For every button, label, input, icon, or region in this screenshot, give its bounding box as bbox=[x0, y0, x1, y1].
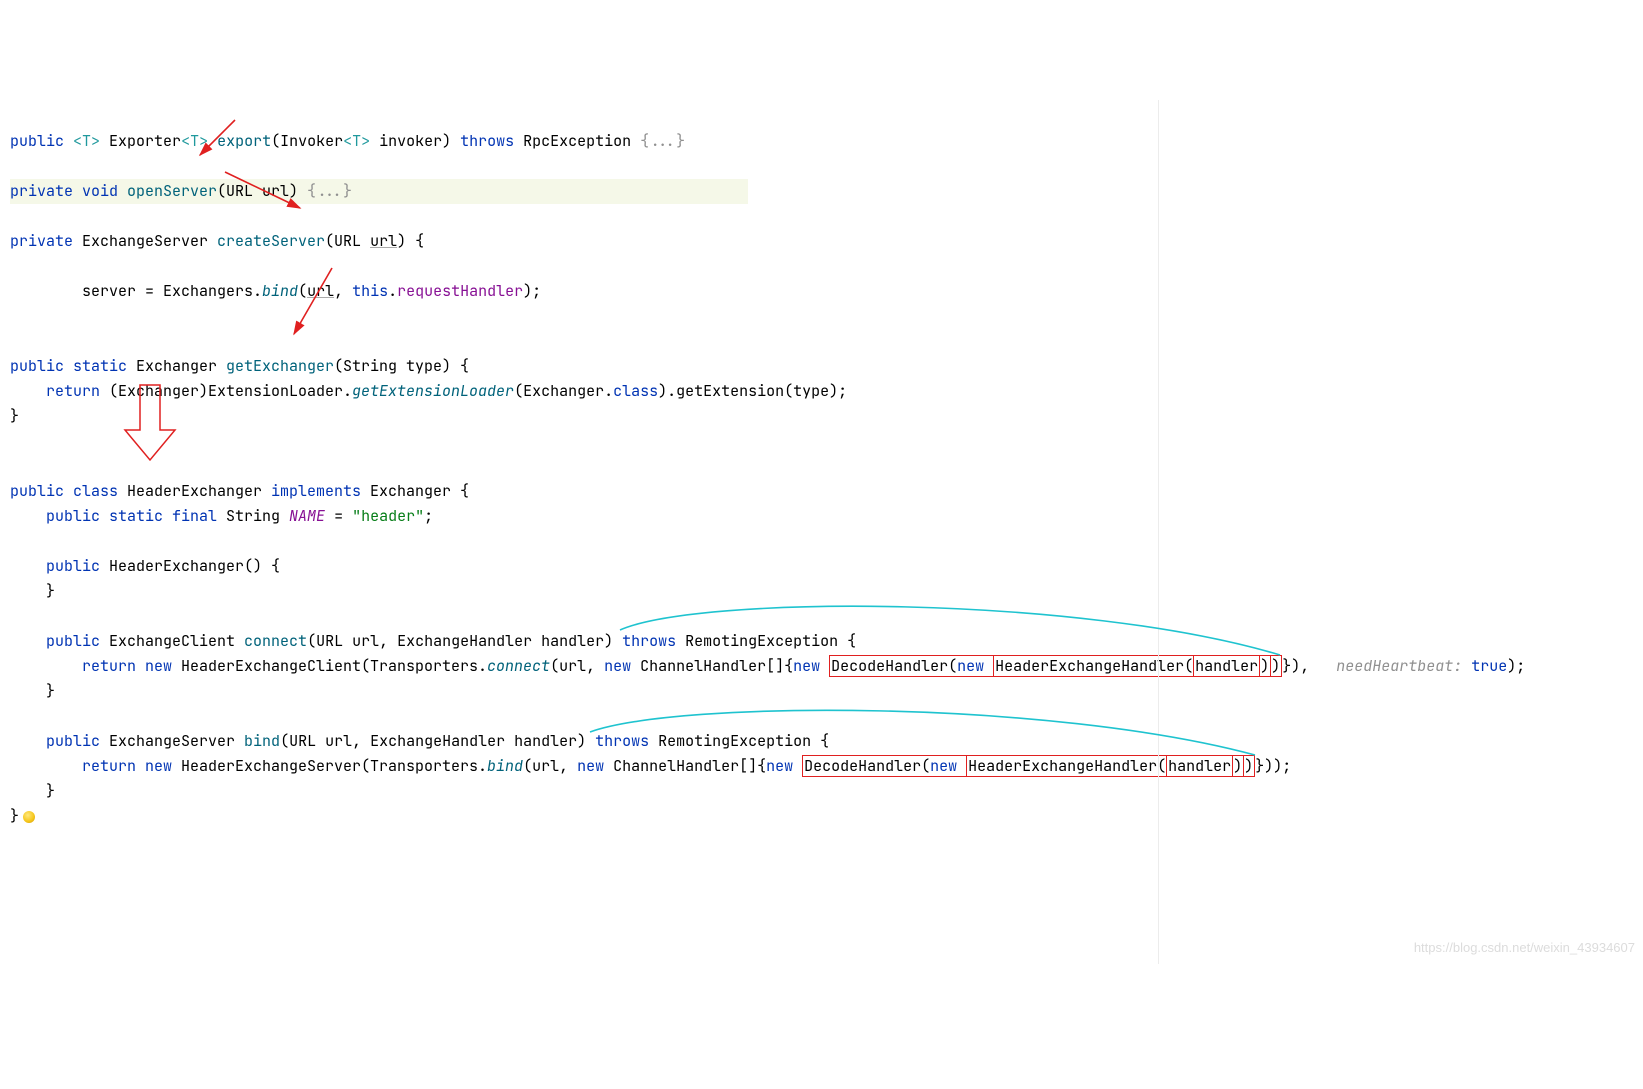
code-line: public ExchangeClient connect(URL url, E… bbox=[10, 631, 856, 651]
fold-marker[interactable]: {...} bbox=[640, 131, 685, 151]
code-line: public class HeaderExchanger implements … bbox=[10, 481, 469, 501]
method-createServer: createServer bbox=[217, 231, 325, 251]
method-openServer: openServer bbox=[127, 181, 217, 201]
annotation-box-inner: HeaderExchangeHandler(handler) bbox=[966, 755, 1244, 777]
code-line: public HeaderExchanger() { bbox=[10, 556, 280, 576]
code-line: private ExchangeServer createServer(URL … bbox=[10, 231, 424, 251]
code-line: public static Exchanger getExchanger(Str… bbox=[10, 356, 469, 376]
code-line: } bbox=[10, 406, 19, 426]
code-line: } bbox=[10, 681, 55, 701]
intention-bulb-icon[interactable] bbox=[23, 811, 35, 823]
code-line: } bbox=[10, 781, 55, 801]
code-line: } bbox=[10, 581, 55, 601]
watermark: https://blog.csdn.net/weixin_43934607 bbox=[1414, 935, 1635, 960]
code-line: return new HeaderExchangeServer(Transpor… bbox=[10, 755, 1291, 777]
annotation-box-handler: handler bbox=[1166, 755, 1233, 777]
code-line: return (Exchanger)ExtensionLoader.getExt… bbox=[10, 381, 847, 401]
annotation-box-handler: handler bbox=[1193, 655, 1260, 677]
code-line: public <T> Exporter<T> export(Invoker<T>… bbox=[10, 131, 685, 151]
annotation-box: DecodeHandler(new HeaderExchangeHandler(… bbox=[829, 655, 1282, 677]
code-line: } bbox=[10, 806, 35, 826]
class-HeaderExchanger: HeaderExchanger bbox=[127, 481, 271, 501]
annotation-box-inner: HeaderExchangeHandler(handler) bbox=[993, 655, 1271, 677]
generic: <T> bbox=[73, 131, 100, 151]
code-line: public static final String NAME = "heade… bbox=[10, 506, 433, 526]
code-line: return new HeaderExchangeClient(Transpor… bbox=[10, 655, 1525, 677]
inlay-hint: needHeartbeat: bbox=[1336, 656, 1462, 676]
highlighted-line: private void openServer(URL url) {...} bbox=[10, 179, 748, 204]
code-line: public ExchangeServer bind(URL url, Exch… bbox=[10, 731, 829, 751]
arrow-annotation bbox=[294, 268, 332, 334]
code-line: server = Exchangers.bind(url, this.reque… bbox=[10, 281, 541, 301]
code-editor[interactable]: public <T> Exporter<T> export(Invoker<T>… bbox=[0, 100, 1643, 964]
right-margin-guide bbox=[1158, 100, 1159, 964]
fold-marker[interactable]: {...} bbox=[307, 181, 352, 201]
method-connect: connect bbox=[244, 631, 307, 651]
method-getExchanger: getExchanger bbox=[226, 356, 334, 376]
method-bind: bind bbox=[244, 731, 280, 751]
keyword: public bbox=[10, 131, 64, 151]
method-name: export bbox=[208, 131, 271, 151]
annotation-box: DecodeHandler(new HeaderExchangeHandler(… bbox=[802, 755, 1255, 777]
